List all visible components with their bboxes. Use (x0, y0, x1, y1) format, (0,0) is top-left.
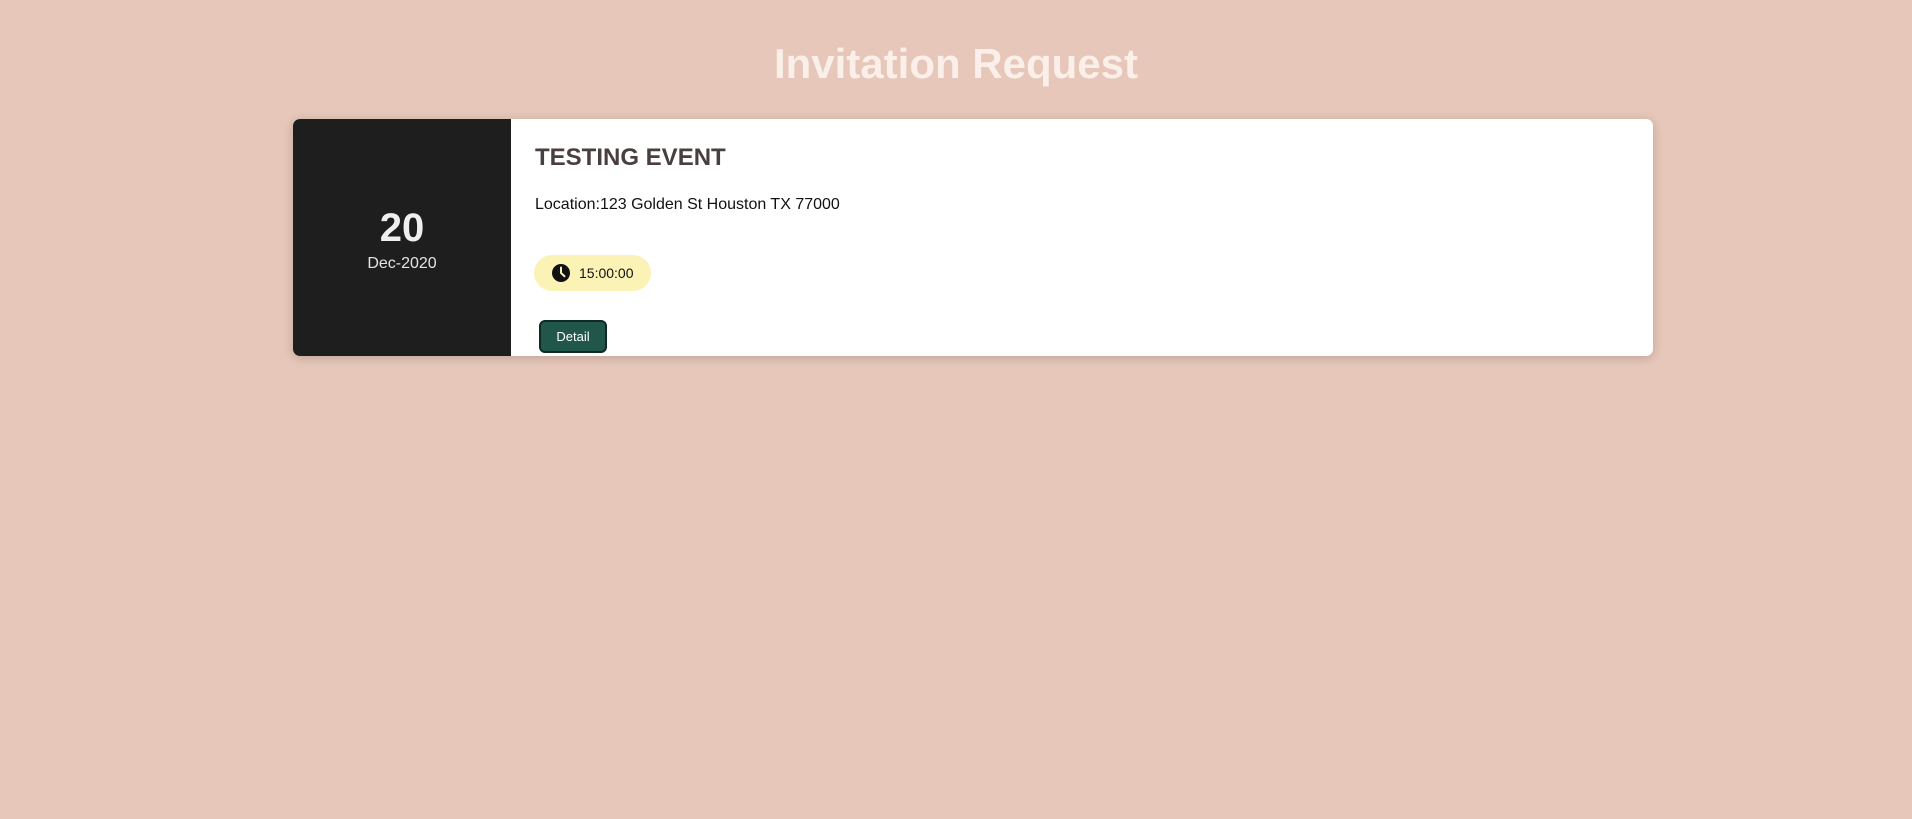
event-title: TESTING EVENT (535, 144, 726, 171)
event-day: 20 (379, 205, 425, 250)
event-date-panel: 20 Dec-2020 (293, 119, 511, 356)
event-month-year: Dec-2020 (367, 254, 437, 272)
event-time: 15:00:00 (579, 265, 634, 281)
event-card: 20 Dec-2020 TESTING EVENT Location:123 G… (293, 119, 1653, 356)
page-title: Invitation Request (773, 40, 1139, 87)
detail-button[interactable]: Detail (539, 320, 607, 353)
clock-icon (551, 263, 571, 283)
page: Invitation Request 20 Dec-2020 TESTING E… (0, 0, 1912, 819)
event-info-panel: TESTING EVENT Location:123 Golden St Hou… (511, 119, 1653, 356)
event-time-badge: 15:00:00 (534, 255, 651, 291)
event-location: Location:123 Golden St Houston TX 77000 (535, 196, 840, 213)
